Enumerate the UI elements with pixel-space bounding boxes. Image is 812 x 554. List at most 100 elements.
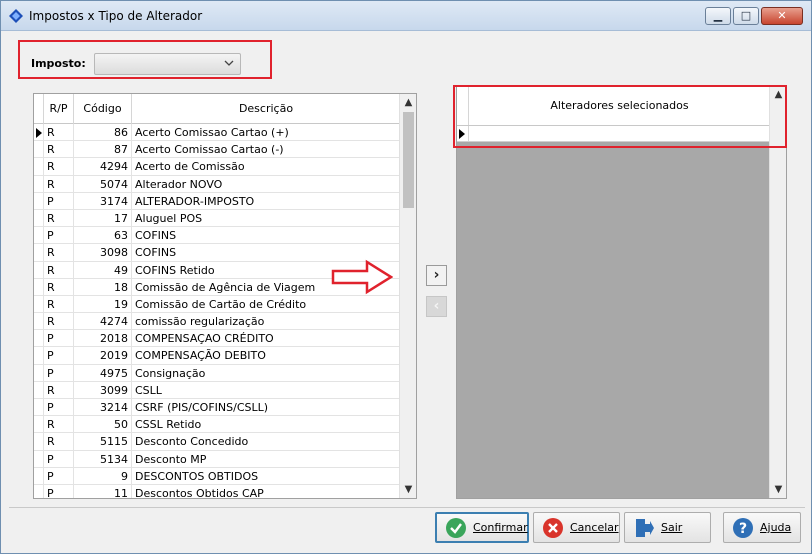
- sair-label: Sair: [661, 521, 683, 534]
- cell-descricao: Aluguel POS: [132, 209, 400, 227]
- column-header-rp[interactable]: R/P: [44, 94, 74, 124]
- cell-rp: R: [44, 261, 74, 279]
- table-row[interactable]: P 4975 Consignação: [34, 364, 400, 382]
- cell-descricao: COMPENSAÇAO CRÉDITO: [132, 330, 400, 348]
- highlight-box-alteradores: [453, 85, 787, 148]
- cell-descricao: Desconto MP: [132, 450, 400, 468]
- cell-rp: R: [44, 295, 74, 313]
- close-icon: ✕: [777, 9, 787, 22]
- cell-codigo: 86: [74, 124, 132, 141]
- table-row[interactable]: R 86 Acerto Comissao Cartao (+): [34, 124, 400, 142]
- table-row[interactable]: R 5115 Desconto Concedido: [34, 433, 400, 451]
- table-row[interactable]: R 87 Acerto Comissao Cartao (-): [34, 141, 400, 159]
- cell-codigo: 5074: [74, 175, 132, 193]
- table-row[interactable]: R 5074 Alterador NOVO: [34, 175, 400, 193]
- table-row[interactable]: R 4294 Acerto de Comissão: [34, 158, 400, 176]
- row-indicator: [34, 158, 44, 176]
- row-indicator: [34, 399, 44, 416]
- vertical-scrollbar[interactable]: ▲ ▼: [399, 94, 416, 498]
- table-row[interactable]: R 50 CSSL Retido: [34, 416, 400, 434]
- imposto-combobox[interactable]: [94, 53, 241, 75]
- cell-codigo: 49: [74, 261, 132, 279]
- cell-descricao: COFINS: [132, 227, 400, 245]
- cell-rp: P: [44, 364, 74, 382]
- row-indicator: [34, 244, 44, 262]
- cell-rp: R: [44, 381, 74, 399]
- column-header-codigo[interactable]: Código: [74, 94, 132, 124]
- close-button[interactable]: ✕: [761, 7, 803, 25]
- cell-descricao: Acerto de Comissão: [132, 158, 400, 176]
- remove-alterador-button[interactable]: ‹: [426, 296, 447, 317]
- table-row[interactable]: R 3099 CSLL: [34, 381, 400, 399]
- row-indicator: [34, 261, 44, 279]
- column-header-descricao[interactable]: Descrição: [132, 94, 400, 124]
- cell-rp: P: [44, 330, 74, 348]
- row-indicator: [34, 227, 44, 245]
- cell-codigo: 2018: [74, 330, 132, 348]
- cell-codigo: 3214: [74, 399, 132, 416]
- cell-descricao: Comissão de Cartão de Crédito: [132, 295, 400, 313]
- cell-descricao: CSRF (PIS/COFINS/CSLL): [132, 399, 400, 416]
- cell-codigo: 4274: [74, 313, 132, 331]
- minimize-button[interactable]: ▁: [705, 7, 731, 25]
- chevron-down-icon: [224, 60, 234, 66]
- cell-rp: R: [44, 175, 74, 193]
- cell-codigo: 4975: [74, 364, 132, 382]
- sair-button[interactable]: Sair: [624, 512, 711, 543]
- maximize-icon: □: [740, 9, 752, 22]
- cell-codigo: 11: [74, 484, 132, 498]
- cell-rp: R: [44, 124, 74, 141]
- scroll-up-icon[interactable]: ▲: [400, 94, 416, 111]
- cancelar-button[interactable]: Cancelar: [533, 512, 620, 543]
- ajuda-button[interactable]: ? Ajuda: [723, 512, 801, 543]
- minimize-icon: ▁: [713, 9, 723, 22]
- maximize-button[interactable]: □: [733, 7, 759, 25]
- cell-rp: R: [44, 141, 74, 159]
- row-indicator: [34, 450, 44, 468]
- add-alterador-button[interactable]: ›: [426, 265, 447, 286]
- cell-descricao: Acerto Comissao Cartao (+): [132, 124, 400, 141]
- cell-codigo: 5134: [74, 450, 132, 468]
- row-indicator: [34, 141, 44, 159]
- cell-rp: R: [44, 313, 74, 331]
- confirmar-button[interactable]: Confirmar: [435, 512, 529, 543]
- row-indicator: [34, 347, 44, 365]
- table-row[interactable]: P 3174 ALTERADOR-IMPOSTO: [34, 192, 400, 210]
- chevron-right-icon: ›: [433, 267, 440, 283]
- cancel-icon: [543, 517, 563, 538]
- impostos-grid[interactable]: R/P Código Descrição R 86 Acerto Comissao …: [33, 93, 417, 499]
- cell-rp: P: [44, 450, 74, 468]
- main-window: Impostos x Tipo de Alterador ▁ □ ✕ Impos…: [0, 0, 812, 554]
- scroll-down-icon[interactable]: ▼: [770, 481, 786, 498]
- scroll-down-icon[interactable]: ▼: [400, 481, 416, 498]
- table-row[interactable]: R 17 Aluguel POS: [34, 209, 400, 228]
- table-row[interactable]: P 11 Descontos Obtidos CAP: [34, 484, 400, 498]
- cell-codigo: 18: [74, 278, 132, 296]
- table-row[interactable]: P 9 DESCONTOS OBTIDOS: [34, 467, 400, 485]
- cell-rp: P: [44, 192, 74, 210]
- divider: [9, 507, 805, 508]
- cell-codigo: 3098: [74, 244, 132, 262]
- cell-rp: R: [44, 278, 74, 296]
- window-controls: ▁ □ ✕: [705, 7, 803, 25]
- red-arrow-annotation-icon: [331, 259, 393, 295]
- table-row[interactable]: P 3214 CSRF (PIS/COFINS/CSLL): [34, 399, 400, 417]
- cell-descricao: ALTERADOR-IMPOSTO: [132, 192, 400, 210]
- row-indicator: [34, 278, 44, 296]
- table-row[interactable]: P 2019 COMPENSAÇÃO DEBITO: [34, 347, 400, 365]
- table-row[interactable]: R 4274 comissão regularização: [34, 313, 400, 331]
- grid-rows: R 86 Acerto Comissao Cartao (+) R 87 Acerto C…: [34, 124, 400, 498]
- row-indicator: [34, 364, 44, 382]
- cell-rp: P: [44, 484, 74, 498]
- table-row[interactable]: P 2018 COMPENSAÇAO CRÉDITO: [34, 330, 400, 348]
- table-row[interactable]: P 5134 Desconto MP: [34, 450, 400, 468]
- cell-codigo: 9: [74, 467, 132, 485]
- scrollbar-thumb[interactable]: [403, 112, 414, 208]
- imposto-label: Imposto:: [31, 57, 86, 70]
- table-row[interactable]: R 19 Comissão de Cartão de Crédito: [34, 295, 400, 314]
- cell-descricao: comissão regularização: [132, 313, 400, 331]
- cell-descricao: Descontos Obtidos CAP: [132, 484, 400, 498]
- cell-rp: R: [44, 416, 74, 434]
- table-row[interactable]: P 63 COFINS: [34, 227, 400, 245]
- row-indicator: [34, 330, 44, 348]
